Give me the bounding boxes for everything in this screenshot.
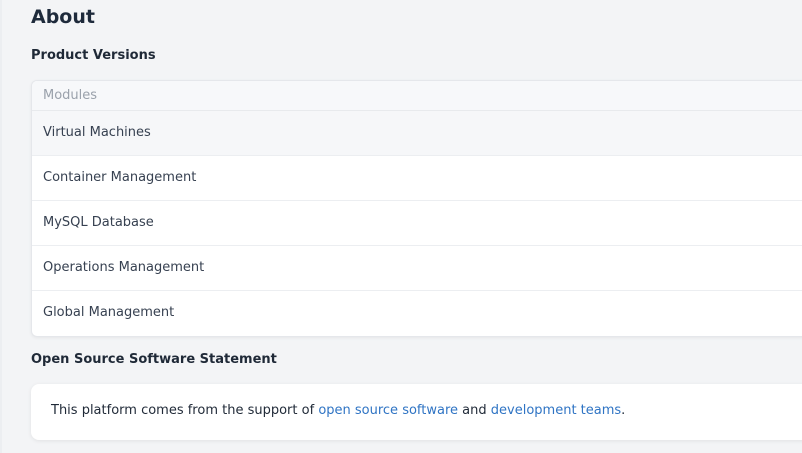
page-title: About (31, 6, 95, 28)
module-row-global-management[interactable]: Global Management (32, 291, 802, 335)
open-source-software-link[interactable]: open source software (318, 403, 458, 418)
sidebar-edge (0, 0, 2, 453)
oss-text-before: This platform comes from the support of (51, 403, 315, 418)
oss-statement-card: This platform comes from the support of … (31, 384, 802, 440)
oss-text-middle: and (462, 403, 487, 418)
development-teams-link[interactable]: development teams (491, 403, 621, 418)
oss-statement-text: This platform comes from the support of … (51, 403, 625, 418)
modules-column-header: Modules (32, 81, 802, 111)
module-row-virtual-machines[interactable]: Virtual Machines (32, 111, 802, 156)
oss-statement-title: Open Source Software Statement (31, 352, 277, 367)
module-row-container-management[interactable]: Container Management (32, 156, 802, 201)
modules-table: Modules Virtual Machines Container Manag… (31, 80, 802, 337)
module-row-mysql-database[interactable]: MySQL Database (32, 201, 802, 246)
product-versions-title: Product Versions (31, 48, 156, 63)
module-row-operations-management[interactable]: Operations Management (32, 246, 802, 291)
oss-text-after: . (621, 403, 626, 418)
